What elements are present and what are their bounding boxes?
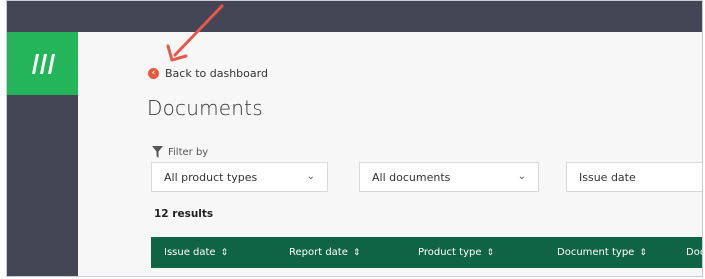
product-type-value: All product types	[164, 170, 258, 184]
back-to-dashboard-link[interactable]: ‹ Back to dashboard	[148, 67, 268, 80]
bars-logo-icon[interactable]	[7, 32, 78, 95]
issue-date-placeholder: Issue date	[579, 170, 636, 184]
documents-select[interactable]: All documents ⌄	[359, 162, 539, 192]
sidebar	[7, 32, 78, 276]
column-header-issue-date[interactable]: Issue date ⇕	[164, 237, 228, 268]
top-bar	[7, 1, 702, 32]
table-header: Issue date ⇕ Report date ⇕ Product type ⇕ D…	[151, 237, 702, 268]
page-title: Documents	[147, 96, 263, 120]
product-type-select[interactable]: All product types ⌄	[151, 162, 328, 192]
back-link-label: Back to dashboard	[165, 67, 268, 80]
main-content: ‹ Back to dashboard Documents Filter by …	[78, 32, 702, 276]
filter-label: Filter by	[168, 146, 209, 158]
results-count: 12 results	[154, 208, 214, 220]
column-header-report-date[interactable]: Report date ⇕	[289, 237, 360, 268]
sort-icon: ⇕	[220, 247, 229, 258]
issue-date-field[interactable]: Issue date	[566, 162, 702, 192]
sort-icon: ⇕	[639, 247, 647, 258]
chevron-left-circle-icon: ‹	[148, 68, 159, 79]
chevron-down-icon: ⌄	[306, 171, 315, 182]
chevron-down-icon: ⌄	[517, 171, 526, 182]
sort-icon: ⇕	[486, 247, 495, 258]
sort-icon: ⇕	[352, 247, 361, 258]
filter-heading: Filter by	[152, 146, 208, 158]
column-header-product-type[interactable]: Product type ⇕	[418, 237, 494, 268]
app-window: ‹ Back to dashboard Documents Filter by …	[6, 0, 703, 277]
funnel-icon	[152, 146, 163, 158]
column-header-doc[interactable]: Doc	[686, 237, 702, 268]
column-header-document-type[interactable]: Document type ⇕	[557, 237, 647, 268]
documents-value: All documents	[372, 170, 451, 184]
